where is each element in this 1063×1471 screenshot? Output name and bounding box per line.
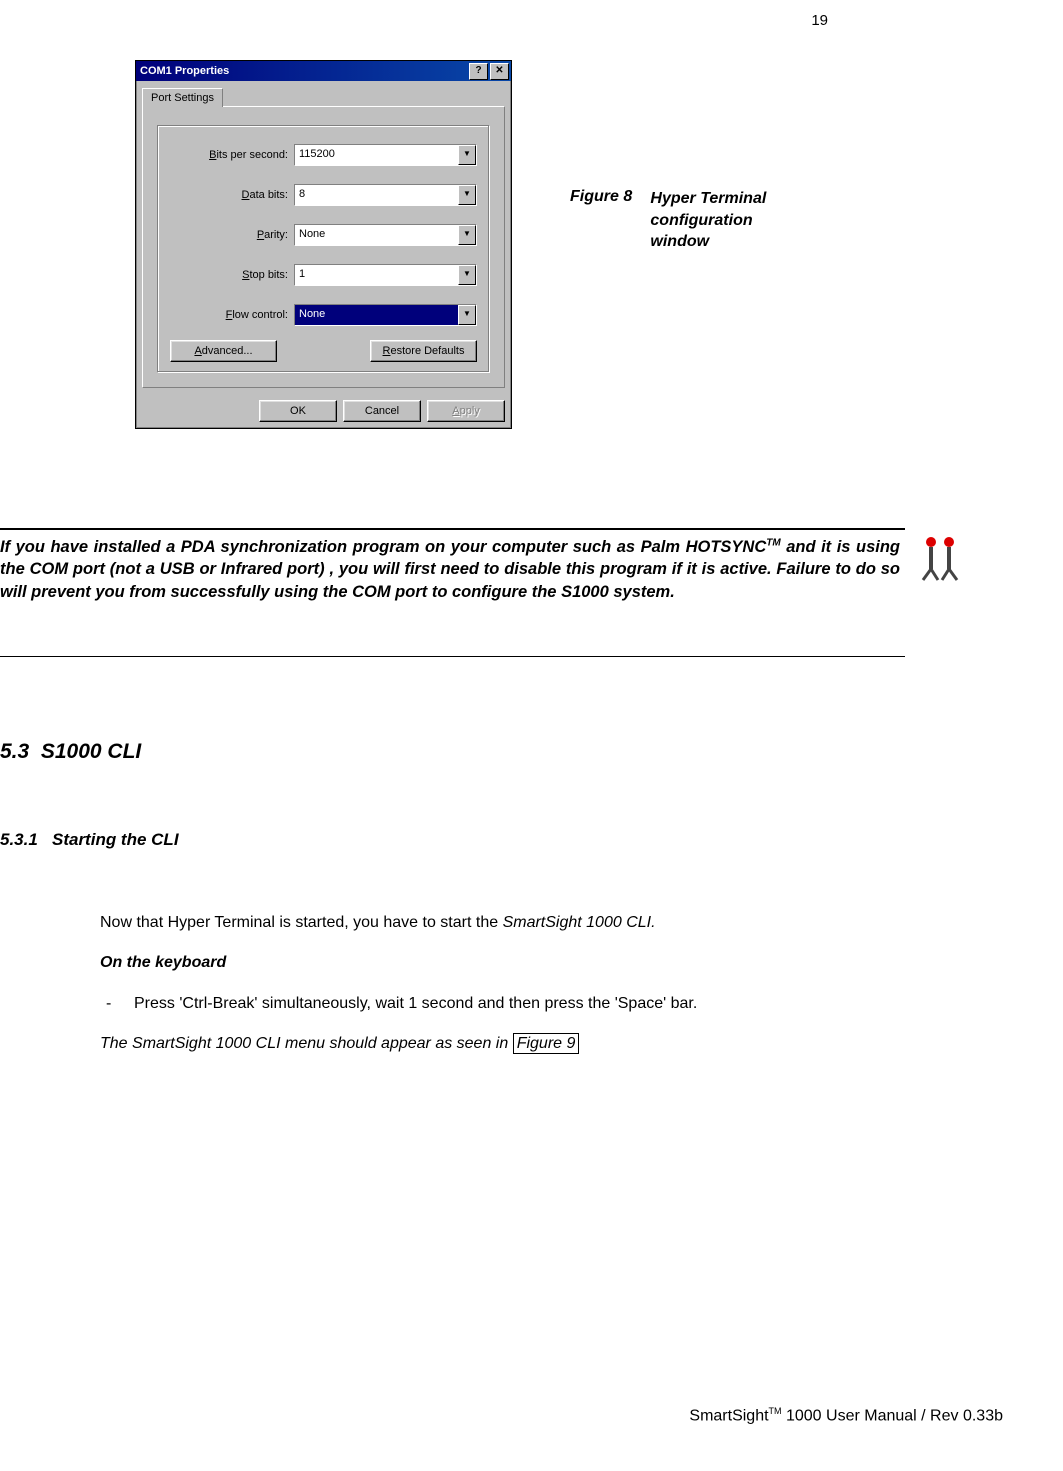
body-paragraph: The SmartSight 1000 CLI menu should appe… xyxy=(100,1033,910,1055)
tab-port-settings[interactable]: Port Settings xyxy=(142,88,223,107)
figure-reference[interactable]: Figure 9 xyxy=(513,1033,580,1054)
figure-label: Figure 8 xyxy=(570,188,632,206)
parity-combo[interactable]: None ▼ xyxy=(294,224,477,246)
restore-defaults-button[interactable]: Restore Defaults xyxy=(370,340,477,362)
cancel-button[interactable]: Cancel xyxy=(343,400,421,422)
note-paragraph: If you have installed a PDA synchronizat… xyxy=(0,536,900,603)
dialog-titlebar: COM1 Properties ? ✕ xyxy=(136,61,511,81)
apply-button[interactable]: Apply xyxy=(427,400,505,422)
warning-icon xyxy=(920,534,960,586)
bullet-item: - Press 'Ctrl-Break' simultaneously, wai… xyxy=(100,993,910,1015)
bits-per-second-label: BBits per second:its per second: xyxy=(170,149,294,161)
dialog-title: COM1 Properties xyxy=(140,65,467,77)
ok-button[interactable]: OK xyxy=(259,400,337,422)
figure-text: Hyper Terminalconfigurationwindow xyxy=(650,188,766,253)
close-icon[interactable]: ✕ xyxy=(490,63,509,80)
stop-bits-label: Stop bits: xyxy=(170,269,294,281)
chevron-down-icon[interactable]: ▼ xyxy=(458,145,476,165)
chevron-down-icon[interactable]: ▼ xyxy=(458,265,476,285)
figure-caption: Figure 8 Hyper Terminalconfigurationwind… xyxy=(570,188,766,253)
chevron-down-icon[interactable]: ▼ xyxy=(458,185,476,205)
chevron-down-icon[interactable]: ▼ xyxy=(458,305,476,325)
help-icon[interactable]: ? xyxy=(469,63,488,80)
data-bits-label: Data bits: xyxy=(170,189,294,201)
section-heading: 5.3 S1000 CLI xyxy=(0,740,141,764)
divider xyxy=(0,656,905,657)
parity-label: Parity: xyxy=(170,229,294,241)
page-footer: SmartSightTM 1000 User Manual / Rev 0.33… xyxy=(689,1406,1003,1425)
chevron-down-icon[interactable]: ▼ xyxy=(458,225,476,245)
body-subheading: On the keyboard xyxy=(100,952,910,974)
flow-control-label: Flow control: xyxy=(170,309,294,321)
data-bits-combo[interactable]: 8 ▼ xyxy=(294,184,477,206)
page-number: 19 xyxy=(811,12,828,29)
advanced-button[interactable]: Advanced... xyxy=(170,340,277,362)
divider xyxy=(0,528,905,530)
bits-per-second-combo[interactable]: 115200 ▼ xyxy=(294,144,477,166)
stop-bits-combo[interactable]: 1 ▼ xyxy=(294,264,477,286)
subsection-heading: 5.3.1 Starting the CLI xyxy=(0,830,179,850)
com1-properties-dialog: COM1 Properties ? ✕ Port Settings BBits … xyxy=(135,60,512,429)
body-paragraph: Now that Hyper Terminal is started, you … xyxy=(100,912,910,934)
flow-control-combo[interactable]: None ▼ xyxy=(294,304,477,326)
